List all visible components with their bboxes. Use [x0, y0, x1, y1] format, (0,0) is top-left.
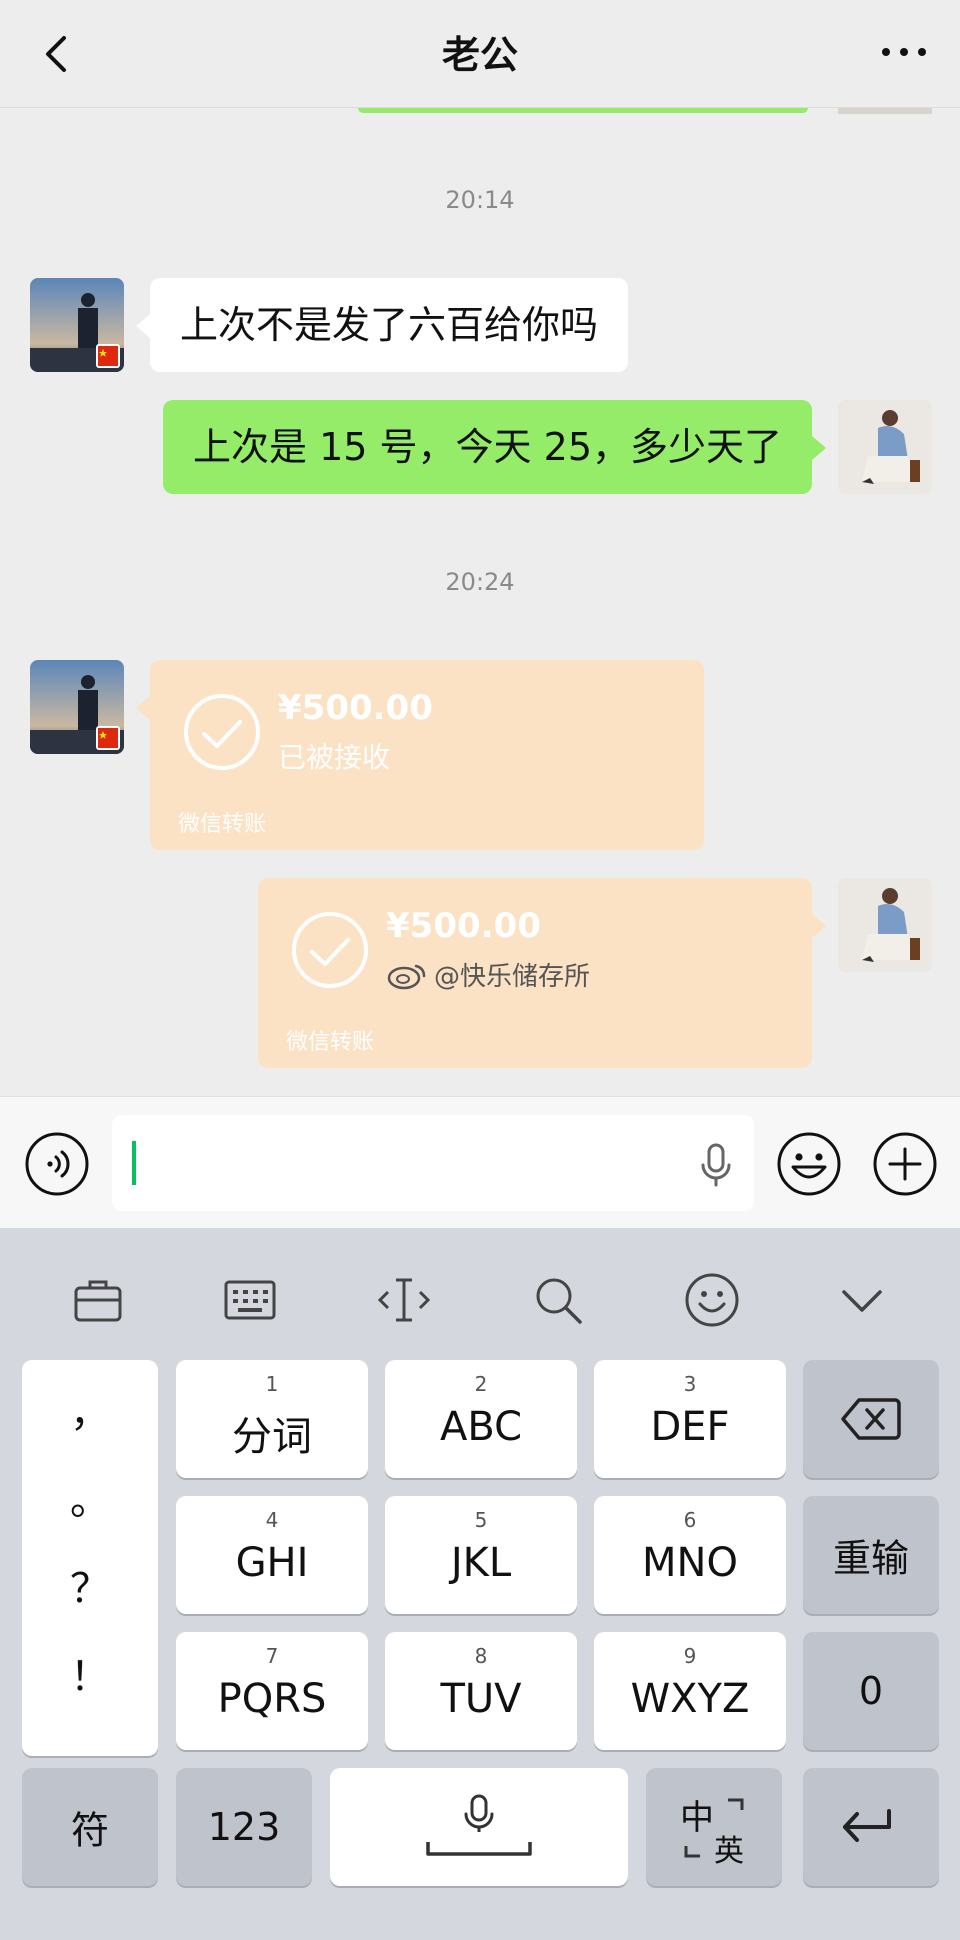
number-mode-key[interactable]: 123 [176, 1768, 312, 1886]
bubble-tail [812, 914, 826, 938]
avatar-image [30, 660, 124, 754]
key-number: 9 [683, 1644, 697, 1668]
key-number: 5 [474, 1508, 488, 1532]
text-cursor-icon[interactable] [374, 1270, 434, 1330]
transfer-card-incoming[interactable]: ¥500.00 已被接收 微信转账 [150, 660, 704, 850]
backspace-key[interactable] [803, 1360, 939, 1478]
key-label: 0 [858, 1669, 884, 1713]
key-number: 8 [474, 1644, 488, 1668]
language-switch-key[interactable]: 中 英 [646, 1768, 782, 1886]
punctuation-key[interactable]: ， [22, 1380, 158, 1438]
mic-icon [426, 1794, 532, 1856]
text-cursor [132, 1141, 136, 1185]
timestamp: 20:24 [445, 568, 515, 596]
key-7[interactable]: 7 PQRS [176, 1632, 368, 1750]
message-input[interactable] [112, 1115, 754, 1211]
avatar-image [30, 278, 124, 372]
chat-header: 老公 [0, 0, 960, 108]
punctuation-key[interactable]: ！ [22, 1644, 158, 1702]
transfer-amount: ¥500.00 [278, 688, 433, 728]
voice-icon [25, 1132, 89, 1196]
previous-avatar-edge [838, 108, 932, 114]
key-number: 1 [265, 1372, 279, 1396]
key-number: 2 [474, 1372, 488, 1396]
key-number: 3 [683, 1372, 697, 1396]
timestamp: 20:14 [445, 186, 515, 214]
punctuation-key[interactable]: 。 [22, 1468, 158, 1526]
transfer-label: 微信转账 [286, 1030, 375, 1055]
more-button[interactable] [874, 30, 934, 74]
enter-key[interactable] [803, 1768, 939, 1886]
bubble-tail [136, 696, 150, 720]
plus-icon [873, 1132, 937, 1196]
bracket-corners-icon [684, 1798, 744, 1858]
watermark-text: @快乐储存所 [434, 962, 591, 992]
emoji-button[interactable] [776, 1131, 842, 1197]
bubble-tail [812, 436, 826, 460]
key-label: 符 [70, 1808, 109, 1853]
key-8[interactable]: 8 TUV [385, 1632, 577, 1750]
reinput-key[interactable]: 重输 [803, 1496, 939, 1614]
enter-icon [843, 1809, 891, 1842]
key-label: 123 [207, 1805, 281, 1849]
input-bar [0, 1096, 960, 1228]
chat-title: 老公 [441, 33, 518, 77]
message-bubble-incoming[interactable]: 上次不是发了六百给你吗 [150, 278, 629, 372]
key-label: ABC [439, 1404, 523, 1450]
key-label: WXYZ [630, 1676, 750, 1722]
chevron-down-icon[interactable] [832, 1270, 892, 1330]
punctuation-key[interactable]: ？ [22, 1556, 158, 1614]
self-avatar[interactable] [838, 878, 932, 972]
transfer-amount: ¥500.00 [386, 906, 541, 946]
message-bubble-outgoing[interactable]: 上次是 15 号，今天 25，多少天了 [163, 400, 812, 494]
key-number: 4 [265, 1508, 279, 1532]
key-1[interactable]: 1 分词 [176, 1360, 368, 1478]
emoji-icon [777, 1132, 841, 1196]
briefcase-icon[interactable] [68, 1270, 128, 1330]
smiley-icon[interactable] [682, 1270, 742, 1330]
previous-message-edge [358, 108, 808, 113]
key-3[interactable]: 3 DEF [594, 1360, 786, 1478]
key-number: 7 [265, 1644, 279, 1668]
key-number: 6 [683, 1508, 697, 1532]
symbols-key[interactable]: 符 [22, 1768, 158, 1886]
self-avatar[interactable] [838, 400, 932, 494]
key-9[interactable]: 9 WXYZ [594, 1632, 786, 1750]
punctuation-column[interactable]: ， 。 ？ ！ [22, 1360, 158, 1756]
check-circle-icon [184, 694, 260, 770]
key-label: 重输 [832, 1536, 909, 1581]
key-label: MNO [642, 1540, 738, 1586]
zero-key[interactable]: 0 [803, 1632, 939, 1750]
contact-avatar[interactable] [30, 660, 124, 754]
key-label: PQRS [217, 1676, 327, 1722]
watermark: @快乐储存所 [386, 956, 590, 993]
space-key[interactable] [330, 1768, 628, 1886]
key-5[interactable]: 5 JKL [385, 1496, 577, 1614]
avatar-image [838, 400, 932, 494]
key-2[interactable]: 2 ABC [385, 1360, 577, 1478]
key-label: DEF [650, 1404, 730, 1450]
key-6[interactable]: 6 MNO [594, 1496, 786, 1614]
backspace-icon [841, 1398, 901, 1440]
keyboard-icon[interactable] [220, 1270, 280, 1330]
key-label: 分词 [232, 1414, 312, 1460]
key-label: JKL [450, 1540, 512, 1586]
more-dots-icon [882, 48, 926, 56]
chat-area[interactable]: 20:14 上次不是发了六百给你吗 上次是 15 号，今天 25，多少天了 20… [0, 108, 960, 1096]
transfer-status: 已被接收 [278, 741, 391, 774]
voice-button[interactable] [24, 1131, 90, 1197]
check-circle-icon [292, 912, 368, 988]
contact-avatar[interactable] [30, 278, 124, 372]
key-label: TUV [440, 1676, 522, 1722]
keyboard: ， 。 ？ ！ 1 分词 2 ABC 3 DEF 4 GHI 5 JKL 6 M… [0, 1228, 960, 1940]
search-icon[interactable] [528, 1270, 588, 1330]
more-options-button[interactable] [872, 1131, 938, 1197]
bubble-tail [136, 314, 150, 338]
mic-icon[interactable] [696, 1141, 736, 1189]
key-label: GHI [235, 1540, 309, 1586]
key-4[interactable]: 4 GHI [176, 1496, 368, 1614]
avatar-image [838, 878, 932, 972]
weibo-logo-icon [387, 964, 426, 989]
transfer-label: 微信转账 [178, 812, 267, 837]
